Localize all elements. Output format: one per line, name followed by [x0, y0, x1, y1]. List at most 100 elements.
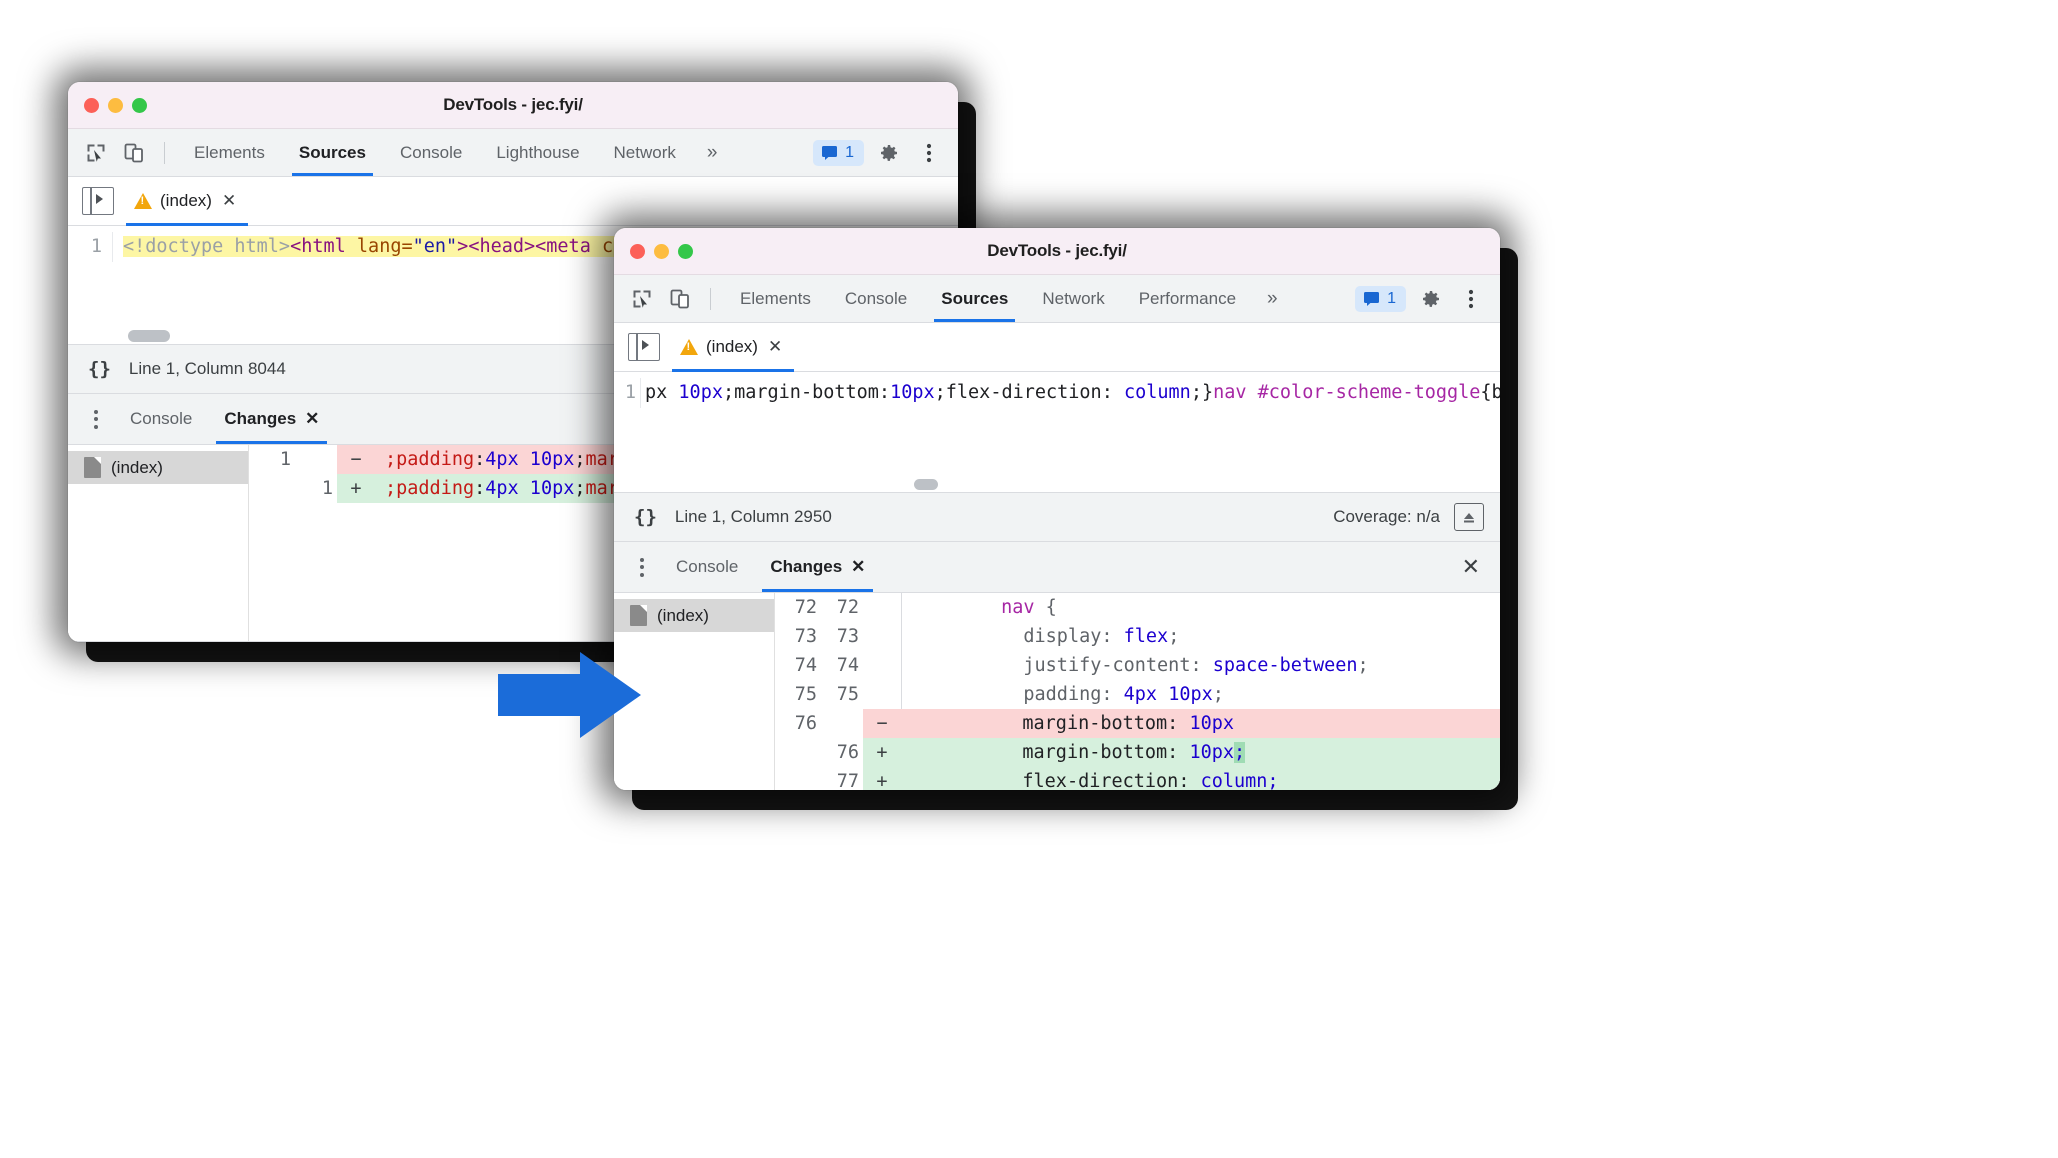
- inspect-cursor-icon[interactable]: [626, 284, 658, 314]
- source-editor-after[interactable]: 1 px 10px;margin-bottom:10px;flex-direct…: [614, 372, 1500, 492]
- tab-console[interactable]: Console: [828, 275, 924, 322]
- panel-tabs-before[interactable]: Elements Sources Console Lighthouse Netw…: [177, 129, 731, 176]
- editor-hscroll-thumb-after[interactable]: [914, 479, 938, 490]
- file-tab-index-before[interactable]: (index) ✕: [126, 177, 249, 226]
- code-token: flex: [1123, 626, 1169, 647]
- diff-new-line: 73: [836, 626, 859, 647]
- more-tabs-chevron-icon[interactable]: »: [693, 129, 732, 176]
- toolbar-icons-after[interactable]: [614, 284, 723, 314]
- minimize-window-button[interactable]: [108, 97, 123, 113]
- close-icon[interactable]: ✕: [851, 557, 865, 577]
- zoom-window-button[interactable]: [132, 97, 147, 113]
- gear-icon[interactable]: [874, 138, 904, 168]
- tab-network[interactable]: Network: [1025, 275, 1121, 322]
- close-drawer-icon[interactable]: ✕: [1462, 554, 1500, 580]
- kebab-menu-icon[interactable]: [1456, 284, 1486, 314]
- close-window-button[interactable]: [84, 97, 99, 113]
- code-token: {background:: [1480, 382, 1500, 403]
- devtools-toolbar-after[interactable]: Elements Console Sources Network Perform…: [614, 275, 1500, 323]
- message-count-badge[interactable]: 1: [813, 139, 864, 166]
- minimize-window-button[interactable]: [654, 243, 669, 259]
- tab-lighthouse[interactable]: Lighthouse: [479, 129, 596, 176]
- drawer-menu-icon[interactable]: [624, 550, 660, 584]
- drawer-tabs-after[interactable]: Console Changes ✕ ✕: [614, 542, 1500, 593]
- diff-line-text: margin-bottom: 10px;: [901, 738, 1500, 767]
- toolbar-icons-before[interactable]: [68, 138, 177, 168]
- code-token: ;flex-direction:: [934, 382, 1124, 403]
- diff-row-context: 73 73 display: flex;: [775, 622, 1500, 651]
- window-titlebar-after[interactable]: DevTools - jec.fyi/: [614, 228, 1500, 275]
- close-icon[interactable]: ✕: [305, 409, 319, 429]
- coverage-drawer-icon[interactable]: [1454, 503, 1484, 531]
- code-token: 4px 10px: [485, 478, 575, 499]
- device-toolbar-icon[interactable]: [118, 138, 150, 168]
- traffic-lights-after[interactable]: [614, 243, 693, 259]
- drawer-tab-changes[interactable]: Changes ✕: [208, 394, 335, 444]
- source-file-tabs-before[interactable]: (index) ✕: [68, 177, 958, 226]
- line-number: 1: [68, 232, 113, 262]
- diff-pane-after[interactable]: 72 72 nav { 73 73 display: flex; 74 74 j…: [775, 593, 1500, 790]
- drawer-menu-icon[interactable]: [78, 402, 114, 436]
- inspect-cursor-icon[interactable]: [80, 138, 112, 168]
- window-titlebar-before[interactable]: DevTools - jec.fyi/: [68, 82, 958, 129]
- changes-file-list-before[interactable]: (index): [68, 445, 249, 641]
- gear-icon[interactable]: [1416, 284, 1446, 314]
- code-token: nav #color-scheme-toggle: [1213, 382, 1481, 403]
- line-number: 1: [614, 378, 641, 408]
- diff-row-context: 75 75 padding: 4px 10px;: [775, 680, 1500, 709]
- diff-row-addition: 77 + flex-direction: column;: [775, 767, 1500, 790]
- show-navigator-icon[interactable]: [82, 187, 114, 215]
- tab-sources[interactable]: Sources: [924, 275, 1025, 322]
- drawer-tab-console[interactable]: Console: [114, 394, 208, 444]
- diff-line-text: margin-bottom: 10px: [901, 709, 1500, 738]
- message-count-badge[interactable]: 1: [1355, 285, 1406, 312]
- toolbar-actions-before[interactable]: 1: [813, 138, 958, 168]
- zoom-window-button[interactable]: [678, 243, 693, 259]
- file-icon: [630, 605, 647, 626]
- drawer-tab-console[interactable]: Console: [660, 542, 754, 592]
- editor-statusbar-after[interactable]: {} Line 1, Column 2950 Coverage: n/a: [614, 492, 1500, 542]
- drawer-tab-changes-label: Changes: [224, 409, 297, 428]
- code-line-after[interactable]: px 10px;margin-bottom:10px;flex-directio…: [641, 378, 1500, 408]
- close-window-button[interactable]: [630, 243, 645, 259]
- tab-elements[interactable]: Elements: [723, 275, 828, 322]
- pretty-print-icon[interactable]: {}: [614, 506, 675, 528]
- diff-new-line: 1: [321, 478, 333, 499]
- code-token: padding:: [1023, 684, 1124, 705]
- source-file-tabs-after[interactable]: (index) ✕: [614, 323, 1500, 372]
- pretty-print-icon[interactable]: {}: [68, 358, 129, 380]
- tab-network[interactable]: Network: [597, 129, 693, 176]
- code-token: margin-bottom:: [1022, 713, 1190, 734]
- list-item[interactable]: (index): [614, 599, 774, 632]
- devtools-window-after[interactable]: DevTools - jec.fyi/ Elements Console Sou…: [614, 228, 1500, 790]
- file-tab-index-after[interactable]: (index) ✕: [672, 323, 795, 372]
- devtools-toolbar-before[interactable]: Elements Sources Console Lighthouse Netw…: [68, 129, 958, 177]
- panel-tabs-after[interactable]: Elements Console Sources Network Perform…: [723, 275, 1292, 322]
- kebab-menu-icon[interactable]: [914, 138, 944, 168]
- warning-triangle-icon: [680, 339, 698, 355]
- tab-console[interactable]: Console: [383, 129, 479, 176]
- toolbar-actions-after[interactable]: 1: [1355, 284, 1500, 314]
- tab-elements[interactable]: Elements: [177, 129, 282, 176]
- traffic-lights-before[interactable]: [68, 97, 147, 113]
- close-icon[interactable]: ✕: [222, 191, 236, 211]
- diff-line-text: nav {: [902, 593, 1500, 622]
- diff-new-line: 77: [836, 771, 859, 790]
- statusbar-right-after[interactable]: Coverage: n/a: [1333, 503, 1500, 531]
- editor-hscroll-thumb-before[interactable]: [128, 330, 170, 342]
- device-toolbar-icon[interactable]: [664, 284, 696, 314]
- diff-row-context: 74 74 justify-content: space-between;: [775, 651, 1500, 680]
- more-tabs-chevron-icon[interactable]: »: [1253, 275, 1292, 322]
- cursor-position-label: Line 1, Column 2950: [674, 507, 832, 526]
- tab-sources[interactable]: Sources: [282, 129, 383, 176]
- drawer-tab-changes[interactable]: Changes ✕: [754, 542, 881, 592]
- close-icon[interactable]: ✕: [768, 337, 782, 357]
- show-navigator-icon[interactable]: [628, 333, 660, 361]
- list-item[interactable]: (index): [68, 451, 248, 484]
- editor-hscroll-track-after[interactable]: [614, 476, 1500, 492]
- tab-performance[interactable]: Performance: [1122, 275, 1253, 322]
- code-token: ;: [1357, 655, 1369, 676]
- changes-view-after[interactable]: (index) 72 72 nav { 73 73 display: flex;…: [614, 593, 1500, 790]
- cursor-position-label: Line 1, Column 8044: [128, 359, 286, 378]
